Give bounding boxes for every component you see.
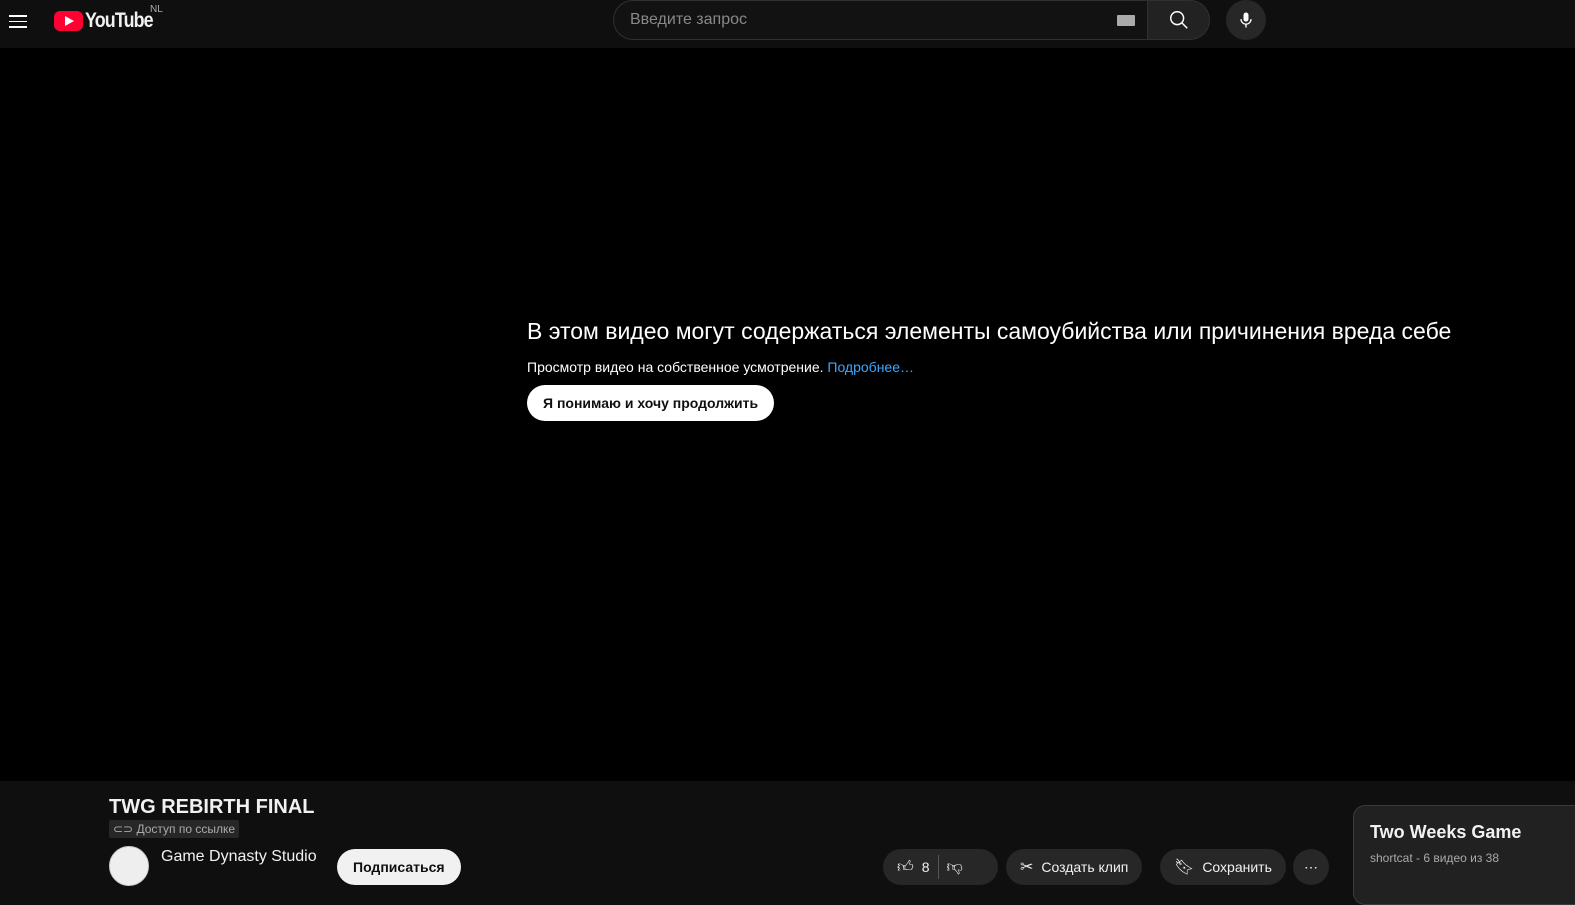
visibility-badge: ⊂⊃ Доступ по ссылке [109,820,240,838]
like-count[interactable]: 8 [922,859,930,875]
menu-icon[interactable] [9,12,27,28]
youtube-logo[interactable]: YouTube [54,9,165,33]
continue-button[interactable]: Я понимаю и хочу продолжить [527,385,775,421]
learn-more-link[interactable]: Подробнее… [827,359,914,375]
thumbs-down-icon[interactable]: 👎︎ [947,858,963,877]
save-button[interactable]: 🔖︎ Сохранить [1160,849,1286,885]
bookmark-icon: 🔖︎ [1174,859,1195,876]
playlist-panel: Two Weeks Game shortcat - 6 видео из 38 [1353,805,1575,905]
playlist-meta: shortcat - 6 видео из 38 [1370,851,1500,865]
divider [937,855,939,879]
top-bar: YouTube NL Введите запрос [0,0,1575,48]
channel-avatar[interactable] [109,846,149,886]
video-title: TWG REBIRTH FINAL [109,796,315,818]
scissors-icon: ✂ [1020,859,1034,876]
thumbs-up-icon[interactable]: 👍︎ [897,858,914,877]
clip-button[interactable]: ✂ Создать клип [1006,849,1143,885]
like-dislike-group: 👍︎ 8 👎︎ [883,849,998,885]
warning-text: Просмотр видео на собственное усмотрение… [527,359,824,375]
search-icon [1169,11,1188,29]
mic-icon [1240,12,1252,28]
youtube-play-icon [54,11,83,31]
region-code: NL [150,4,163,15]
voice-search-button[interactable] [1226,0,1266,40]
playlist-title[interactable]: Two Weeks Game [1370,822,1575,843]
warning-title: В этом видео могут содержаться элементы … [527,318,1452,344]
keyboard-icon[interactable] [1117,15,1135,26]
clip-label: Создать клип [1041,859,1129,875]
logo-text: YouTube [85,9,154,32]
search-input[interactable]: Введите запрос [613,0,1148,40]
save-label: Сохранить [1202,859,1272,875]
subscribe-button[interactable]: Подписаться [337,849,461,885]
search-placeholder: Введите запрос [630,11,747,28]
more-actions-button[interactable]: ⋯ [1293,849,1329,885]
content-warning: В этом видео могут содержаться элементы … [527,318,1451,421]
channel-name[interactable]: Game Dynasty Studio [161,848,317,866]
search-button[interactable] [1147,0,1210,40]
visibility-label: Доступ по ссылке [136,822,236,836]
more-icon: ⋯ [1304,858,1318,875]
link-icon: ⊂⊃ [113,822,134,836]
